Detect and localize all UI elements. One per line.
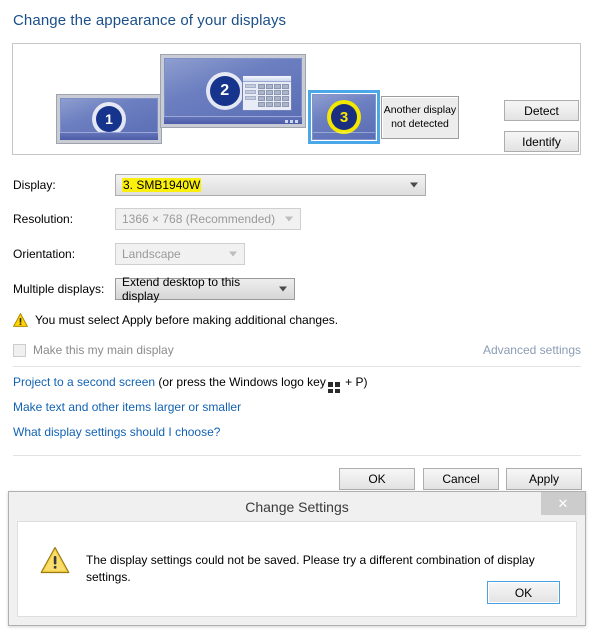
another-display-not-detected-box[interactable]: Another display not detected xyxy=(381,96,459,139)
detect-button[interactable]: Detect xyxy=(504,100,579,121)
make-main-display-label: Make this my main display xyxy=(33,343,174,357)
page-title: Change the appearance of your displays xyxy=(13,12,287,29)
monitor-2-number: 2 xyxy=(209,76,240,106)
monitor-3-screen: 3 xyxy=(312,94,376,140)
chevron-down-icon xyxy=(279,286,287,292)
resolution-row: Resolution: xyxy=(13,208,115,230)
monitor-1-number: 1 xyxy=(96,106,122,132)
dialog-body: The display settings could not be saved.… xyxy=(17,521,577,617)
close-icon[interactable]: ✕ xyxy=(541,492,585,515)
change-settings-dialog: Change Settings ✕ The display settings c… xyxy=(8,491,586,626)
cancel-button[interactable]: Cancel xyxy=(423,468,499,490)
monitor-2-tray-dots xyxy=(285,120,298,123)
resolution-select-value: 1366 × 768 (Recommended) xyxy=(122,212,276,226)
monitor-2-taskbar xyxy=(164,116,302,124)
undetected-line-1: Another display xyxy=(383,103,457,116)
another-display-not-detected-label: Another display not detected xyxy=(384,104,456,131)
monitor-2-screen: 2 xyxy=(164,58,302,124)
orientation-row: Orientation: xyxy=(13,243,115,265)
calculator-display-rows xyxy=(245,84,256,107)
display-preview-panel[interactable]: 1 2 3 Another display not detected Detec… xyxy=(12,43,581,155)
dialog-title: Change Settings xyxy=(245,498,349,515)
monitor-3-taskbar-line xyxy=(313,132,375,133)
project-link-middle: (or press the Windows logo key xyxy=(155,375,326,389)
display-select-value: 3. SMB1940W xyxy=(122,178,202,192)
project-second-screen-link[interactable]: Project to a second screen (or press the… xyxy=(13,375,368,394)
orientation-select: Landscape xyxy=(115,243,245,265)
apply-warning: You must select Apply before making addi… xyxy=(13,313,338,327)
dialog-message-row: The display settings could not be saved.… xyxy=(40,546,562,586)
dialog-message: The display settings could not be saved.… xyxy=(86,553,535,584)
chevron-down-icon xyxy=(410,182,418,188)
display-preview-monitor-1[interactable]: 1 xyxy=(56,94,162,144)
display-row: Display: xyxy=(13,174,115,196)
ok-button[interactable]: OK xyxy=(339,468,415,490)
calculator-window-icon xyxy=(242,75,292,111)
multiple-displays-label: Multiple displays: xyxy=(13,282,105,296)
monitor-1-taskbar xyxy=(60,132,158,140)
windows-logo-key-icon xyxy=(327,382,340,394)
advanced-settings-link: Advanced settings xyxy=(482,343,581,357)
resolution-label: Resolution: xyxy=(13,212,74,226)
display-preview-monitor-2[interactable]: 2 xyxy=(160,54,306,128)
display-select[interactable]: 3. SMB1940W xyxy=(115,174,426,196)
calculator-body xyxy=(243,82,291,109)
identify-button[interactable]: Identify xyxy=(504,131,579,152)
divider xyxy=(13,366,581,367)
project-link-suffix: + P) xyxy=(341,375,368,389)
apply-warning-text: You must select Apply before making addi… xyxy=(35,313,339,327)
orientation-label: Orientation: xyxy=(13,247,76,261)
chevron-down-icon xyxy=(229,251,237,257)
display-label: Display: xyxy=(13,178,56,192)
make-main-display-checkbox xyxy=(13,343,26,357)
display-preview-monitor-3[interactable]: 3 xyxy=(308,90,380,144)
warning-triangle-icon xyxy=(13,313,28,327)
text-size-link[interactable]: Make text and other items larger or smal… xyxy=(13,400,241,414)
divider xyxy=(13,455,581,456)
orientation-select-value: Landscape xyxy=(122,247,181,261)
monitor-1-screen: 1 xyxy=(60,98,158,140)
warning-triangle-icon xyxy=(40,546,70,574)
apply-button[interactable]: Apply xyxy=(506,468,582,490)
multiple-displays-row: Multiple displays: xyxy=(13,278,115,300)
monitor-3-number: 3 xyxy=(331,104,357,130)
which-display-settings-link[interactable]: What display settings should I choose? xyxy=(13,425,220,439)
multiple-displays-select[interactable]: Extend desktop to this display xyxy=(115,275,295,303)
project-link-text: Project to a second screen xyxy=(13,375,156,389)
chevron-down-icon xyxy=(285,216,293,222)
dialog-titlebar: Change Settings ✕ xyxy=(9,492,585,521)
multiple-displays-select-value: Extend desktop to this display xyxy=(122,275,241,303)
resolution-select: 1366 × 768 (Recommended) xyxy=(115,208,301,230)
calculator-keypad xyxy=(258,84,289,107)
make-main-display-row: Make this my main display xyxy=(13,343,174,357)
dialog-ok-button[interactable]: OK xyxy=(487,581,560,604)
undetected-line-2: not detected xyxy=(391,117,449,130)
